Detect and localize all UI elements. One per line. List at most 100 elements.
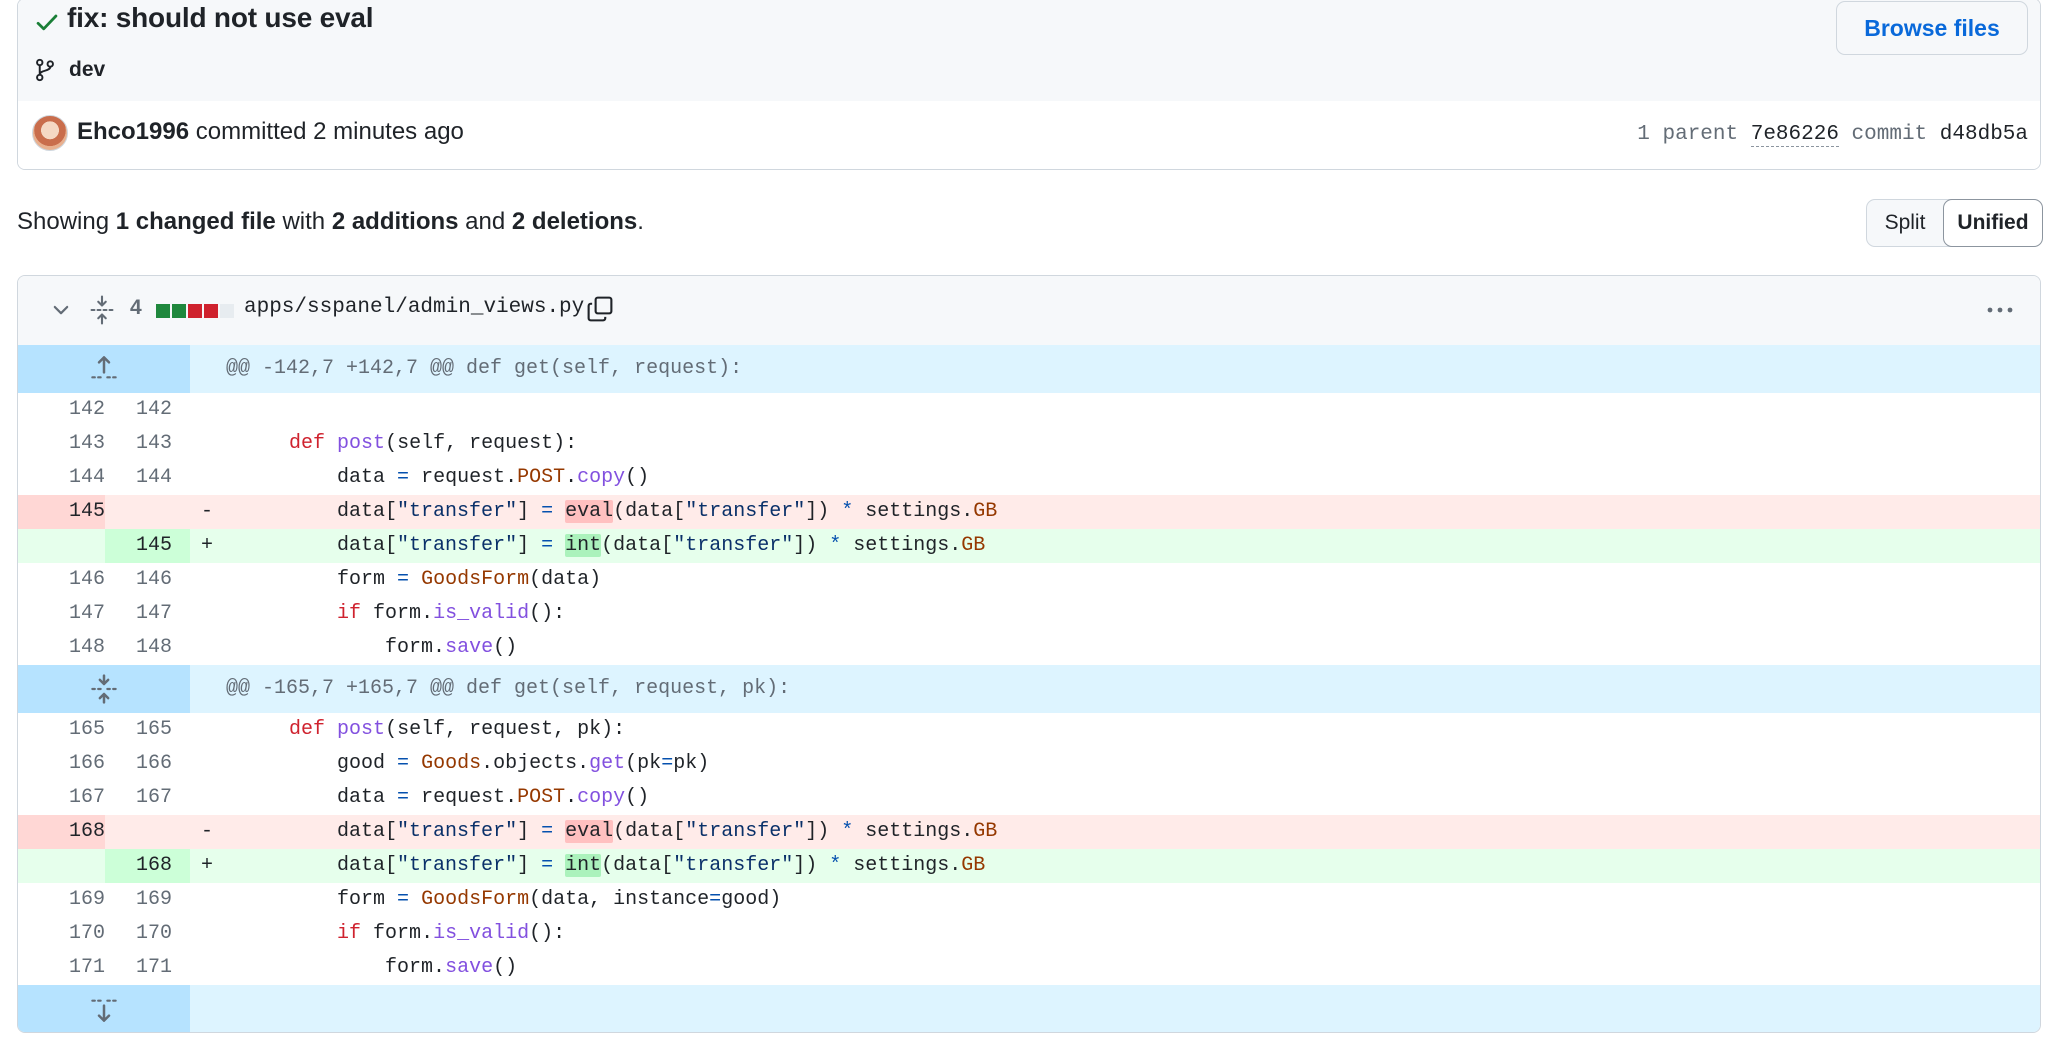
browse-files-button[interactable]: Browse files	[1836, 1, 2028, 55]
file-change-count: 4	[130, 296, 142, 319]
new-line-number[interactable]: 170	[105, 917, 190, 951]
additions-count: 2 additions	[331, 208, 459, 235]
new-line-number[interactable]: 145	[105, 529, 190, 563]
split-view-button[interactable]: Split	[1867, 200, 1943, 245]
code-line: form = GoodsForm(data, instance=good)	[337, 888, 782, 911]
chevron-down-icon[interactable]	[50, 299, 72, 321]
summary-and: and	[465, 208, 506, 235]
author-link[interactable]: Ehco1996	[77, 118, 189, 145]
deletion-marker: -	[201, 820, 214, 843]
diffstat-block-del	[204, 304, 218, 318]
commit-meta: Ehco1996 committed 2 minutes ago 1 paren…	[18, 101, 2040, 169]
diff-line-ctx: 171 171 form.save()	[18, 951, 2040, 985]
code-line: form.save()	[385, 956, 518, 979]
summary-with: with	[282, 208, 326, 235]
hunk-header: @@ -165,7 +165,7 @@ def get(self, reques…	[18, 665, 2040, 713]
diffstat-block-del	[188, 304, 202, 318]
diff-line-ctx: 169 169 form = GoodsForm(data, instance=g…	[18, 883, 2040, 917]
check-icon	[36, 14, 58, 31]
file-header: 4 apps/sspanel/admin_views.py	[18, 276, 2040, 346]
diff-line-ctx: 147 147 if form.is_valid():	[18, 597, 2040, 631]
hunk-footer	[18, 985, 2040, 1032]
diff-view-toggle: Split Unified	[1866, 198, 2043, 247]
addition-marker: +	[201, 854, 214, 877]
commit-title-bar: fix: should not use eval dev Browse file…	[18, 0, 2040, 102]
diffstat-block-neutral	[220, 304, 234, 318]
new-line-number[interactable]: 147	[105, 597, 190, 631]
hunk-header-text: @@ -165,7 +165,7 @@ def get(self, reques…	[226, 677, 791, 700]
commit-time: 2 minutes ago	[313, 118, 464, 145]
commit-label: commit	[1851, 123, 1928, 146]
old-line-number[interactable]: 167	[18, 781, 105, 815]
new-line-number[interactable]: 146	[105, 563, 190, 597]
new-line-number[interactable]: 142	[105, 393, 190, 427]
old-line-number[interactable]: 171	[18, 951, 105, 985]
diff-line-del: 145 - data["transfer"] = eval(data["trans…	[18, 495, 2040, 529]
fold-down-icon[interactable]	[18, 985, 190, 1032]
hunk-header-text: @@ -142,7 +142,7 @@ def get(self, reques…	[226, 357, 743, 380]
diff-line-ctx: 170 170 if form.is_valid():	[18, 917, 2040, 951]
copy-icon[interactable]	[586, 294, 614, 324]
code-line: form = GoodsForm(data)	[337, 568, 602, 591]
code-line: good = Goods.objects.get(pk=pk)	[337, 752, 710, 775]
commit-author-line: Ehco1996 committed 2 minutes ago	[77, 118, 464, 146]
code-line: data["transfer"] = int(data["transfer"])…	[337, 854, 986, 877]
new-line-number[interactable]: 144	[105, 461, 190, 495]
diffstat-block-add	[172, 304, 186, 318]
new-line-number[interactable]: 148	[105, 631, 190, 665]
old-line-number[interactable]: 146	[18, 563, 105, 597]
old-line-number[interactable]: 142	[18, 393, 105, 427]
diff-line-ctx: 146 146 form = GoodsForm(data)	[18, 563, 2040, 597]
unfold-icon[interactable]	[90, 295, 114, 325]
new-line-number[interactable]: 166	[105, 747, 190, 781]
deletions-count: 2 deletions	[511, 208, 638, 235]
code-line: data["transfer"] = int(data["transfer"])…	[337, 534, 986, 557]
diff-line-del: 168 - data["transfer"] = eval(data["trans…	[18, 815, 2040, 849]
new-line-number[interactable]: 167	[105, 781, 190, 815]
code-line: form.save()	[385, 636, 518, 659]
old-line-number[interactable]: 148	[18, 631, 105, 665]
fold-up-icon[interactable]	[18, 345, 190, 393]
changed-files-count: 1 changed file	[115, 208, 276, 235]
new-line-number[interactable]: 169	[105, 883, 190, 917]
diffstat-bar	[156, 304, 234, 318]
diff-table: @@ -142,7 +142,7 @@ def get(self, reques…	[18, 345, 2040, 1032]
old-line-number[interactable]: 170	[18, 917, 105, 951]
old-line-number[interactable]: 165	[18, 713, 105, 747]
diff-line-ctx: 148 148 form.save()	[18, 631, 2040, 665]
diff-line-ctx: 166 166 good = Goods.objects.get(pk=pk)	[18, 747, 2040, 781]
diff-line-ctx: 144 144 data = request.POST.copy()	[18, 461, 2040, 495]
old-line-number[interactable]: 147	[18, 597, 105, 631]
commit-action: committed	[195, 118, 307, 145]
git-branch-icon	[36, 58, 54, 82]
file-path[interactable]: apps/sspanel/admin_views.py	[244, 296, 584, 319]
unified-view-button[interactable]: Unified	[1943, 198, 2043, 247]
new-line-number[interactable]: 143	[105, 427, 190, 461]
code-line: data = request.POST.copy()	[337, 466, 650, 489]
old-line-number[interactable]: 143	[18, 427, 105, 461]
code-line: def post(self, request):	[289, 432, 578, 455]
code-line: if form.is_valid():	[337, 922, 566, 945]
old-line-number[interactable]: 145	[18, 495, 105, 529]
kebab-horizontal-icon[interactable]	[1986, 306, 2014, 314]
branch-name[interactable]: dev	[69, 58, 105, 82]
old-line-number[interactable]: 169	[18, 883, 105, 917]
old-line-number[interactable]: 166	[18, 747, 105, 781]
old-line-number[interactable]: 144	[18, 461, 105, 495]
diff-line-ctx: 165 165 def post(self, request, pk):	[18, 713, 2040, 747]
code-line: def post(self, request, pk):	[289, 718, 626, 741]
code-line: data["transfer"] = eval(data["transfer"]…	[337, 820, 998, 843]
parent-sha-link[interactable]: 7e86226	[1750, 123, 1839, 147]
code-line: data = request.POST.copy()	[337, 786, 650, 809]
avatar[interactable]	[32, 115, 68, 151]
parent-label: 1 parent	[1637, 123, 1739, 146]
new-line-number[interactable]: 171	[105, 951, 190, 985]
diff-line-ctx: 167 167 data = request.POST.copy()	[18, 781, 2040, 815]
old-line-number[interactable]: 168	[18, 815, 105, 849]
new-line-number[interactable]: 168	[105, 849, 190, 883]
diff-line-add: 145 + data["transfer"] = int(data["transf…	[18, 529, 2040, 563]
new-line-number[interactable]: 165	[105, 713, 190, 747]
diff-line-ctx: 142 142	[18, 393, 2040, 427]
summary-prefix: Showing	[17, 208, 110, 235]
unfold-icon[interactable]	[18, 665, 190, 713]
